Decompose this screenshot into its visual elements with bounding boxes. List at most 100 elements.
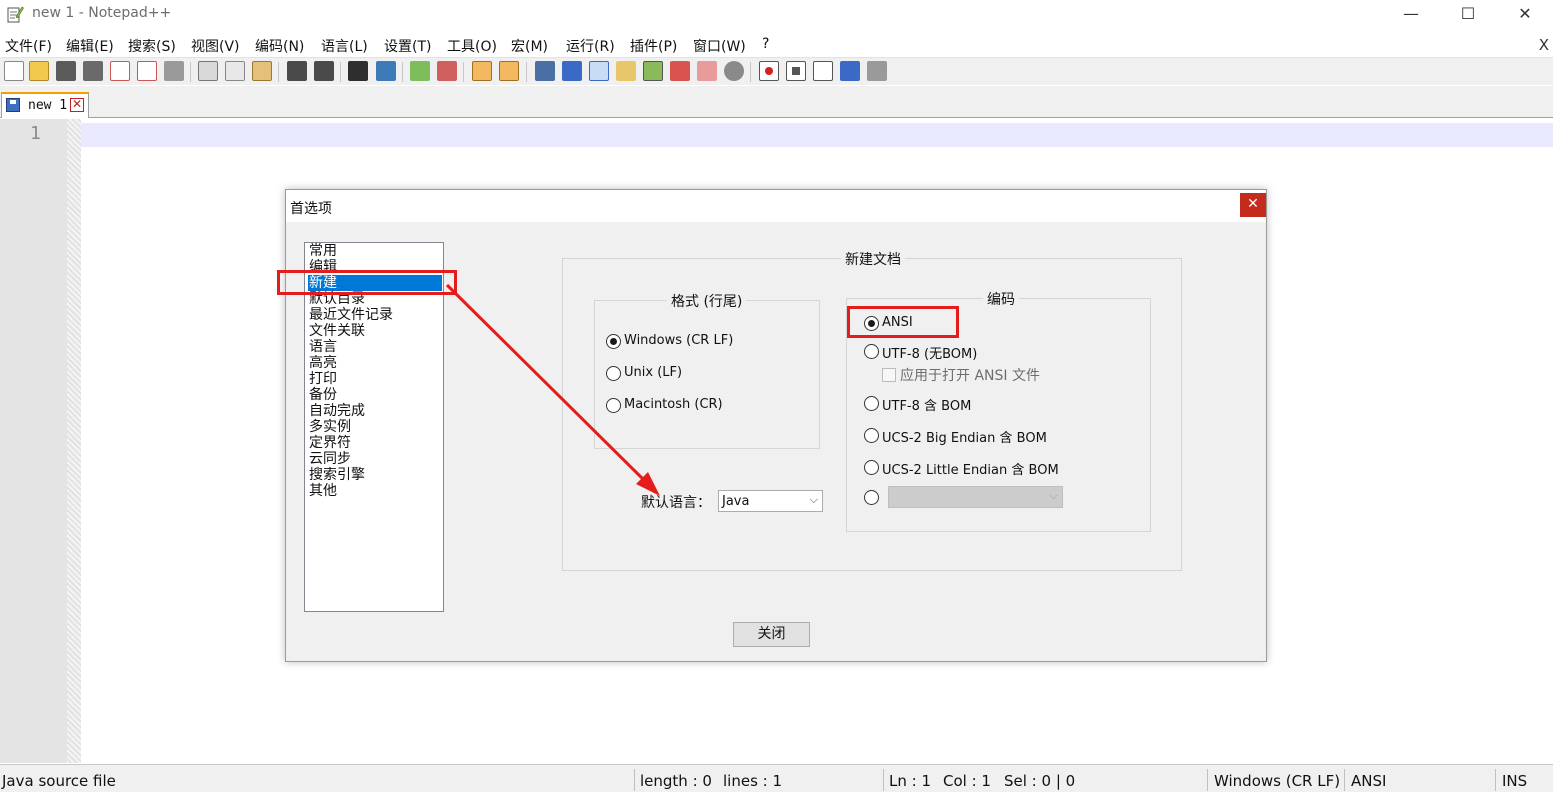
radio-indicator[interactable] xyxy=(606,334,621,349)
menu-help[interactable]: ? xyxy=(762,36,769,52)
record-macro-icon[interactable] xyxy=(759,61,779,81)
print-icon[interactable] xyxy=(164,61,184,81)
category-language[interactable]: 语言 xyxy=(308,339,442,355)
encoding-ucs2-le-label: UCS-2 Little Endian 含 BOM xyxy=(882,463,1059,478)
dialog-titlebar: 首选项 ✕ xyxy=(286,190,1266,222)
new-document-group: 新建文档 格式 (行尾) Windows (CR LF) Unix (LF) M… xyxy=(562,249,1182,571)
save-macro-icon[interactable] xyxy=(867,61,887,81)
radio-indicator[interactable] xyxy=(864,490,879,505)
category-delimiter[interactable]: 定界符 xyxy=(308,435,442,451)
run-macro-multiple-icon[interactable] xyxy=(840,61,860,81)
category-multi-instance[interactable]: 多实例 xyxy=(308,419,442,435)
show-all-chars-icon[interactable] xyxy=(562,61,582,81)
function-list-icon[interactable] xyxy=(670,61,690,81)
category-backup[interactable]: 备份 xyxy=(308,387,442,403)
chevron-down-icon: ⌵ xyxy=(809,493,818,506)
default-language-select[interactable]: Java ⌵ xyxy=(718,490,823,512)
current-line-highlight xyxy=(81,123,1553,147)
preferences-category-list[interactable]: 常用 编辑 新建 默认目录 最近文件记录 文件关联 语言 高亮 打印 备份 自动… xyxy=(304,242,444,612)
status-column: Col : 1 xyxy=(943,772,991,790)
replace-icon[interactable] xyxy=(376,61,396,81)
menu-run[interactable]: 运行(R) xyxy=(566,36,615,56)
minimize-button[interactable]: — xyxy=(1383,0,1439,30)
save-icon[interactable] xyxy=(56,61,76,81)
copy-icon[interactable] xyxy=(225,61,245,81)
apply-to-ansi-checkbox[interactable] xyxy=(882,368,896,382)
paste-icon[interactable] xyxy=(252,61,272,81)
fold-margin[interactable] xyxy=(67,119,81,763)
zoom-out-icon[interactable] xyxy=(437,61,457,81)
format-group-title: 格式 (行尾) xyxy=(667,291,747,311)
sync-horizontal-icon[interactable] xyxy=(499,61,519,81)
zoom-in-icon[interactable] xyxy=(410,61,430,81)
dialog-close-icon[interactable]: ✕ xyxy=(1240,193,1266,217)
menu-file[interactable]: 文件(F) xyxy=(5,36,52,56)
save-state-icon xyxy=(6,98,20,112)
menu-macro[interactable]: 宏(M) xyxy=(511,36,548,56)
menu-window[interactable]: 窗口(W) xyxy=(693,36,746,56)
status-divider xyxy=(1495,769,1496,791)
sync-vertical-icon[interactable] xyxy=(472,61,492,81)
save-all-icon[interactable] xyxy=(83,61,103,81)
eol-mac-label: Macintosh (CR) xyxy=(624,397,723,412)
open-file-icon[interactable] xyxy=(29,61,49,81)
folder-workspace-icon[interactable] xyxy=(697,61,717,81)
radio-indicator[interactable] xyxy=(864,396,879,411)
menu-edit[interactable]: 编辑(E) xyxy=(66,36,114,56)
window-close-button[interactable]: ✕ xyxy=(1497,0,1553,30)
tab-close-icon[interactable]: ✕ xyxy=(70,98,84,112)
category-recent-files[interactable]: 最近文件记录 xyxy=(308,307,442,323)
menu-view[interactable]: 视图(V) xyxy=(191,36,240,56)
undo-icon[interactable] xyxy=(287,61,307,81)
menu-encoding[interactable]: 编码(N) xyxy=(255,36,304,56)
category-cloud[interactable]: 云同步 xyxy=(308,451,442,467)
category-print[interactable]: 打印 xyxy=(308,371,442,387)
dialog-close-button[interactable]: 关闭 xyxy=(733,622,810,647)
encoding-other-select[interactable]: ⌵ xyxy=(888,486,1063,508)
menu-tools[interactable]: 工具(O) xyxy=(447,36,497,56)
encoding-utf8-nobom-label: UTF-8 (无BOM) xyxy=(882,347,978,362)
menu-search[interactable]: 搜索(S) xyxy=(128,36,176,56)
category-general[interactable]: 常用 xyxy=(308,243,442,259)
find-icon[interactable] xyxy=(348,61,368,81)
radio-indicator[interactable] xyxy=(864,344,879,359)
annotation-box-ansi xyxy=(847,306,959,338)
close-all-icon[interactable] xyxy=(137,61,157,81)
encoding-ucs2-be-label: UCS-2 Big Endian 含 BOM xyxy=(882,431,1047,446)
document-close-button[interactable]: X xyxy=(1539,36,1549,54)
toolbar-separator xyxy=(340,62,341,82)
status-encoding: ANSI xyxy=(1351,772,1387,790)
user-language-icon[interactable] xyxy=(616,61,636,81)
radio-indicator[interactable] xyxy=(606,366,621,381)
category-auto-completion[interactable]: 自动完成 xyxy=(308,403,442,419)
toolbar-separator xyxy=(278,62,279,82)
encoding-other-radio[interactable] xyxy=(864,489,884,509)
word-wrap-icon[interactable] xyxy=(535,61,555,81)
toolbar-separator xyxy=(402,62,403,82)
tab-new-1[interactable]: new 1 ✕ xyxy=(1,92,89,118)
annotation-box-new-category xyxy=(277,270,457,295)
category-file-association[interactable]: 文件关联 xyxy=(308,323,442,339)
radio-indicator[interactable] xyxy=(864,460,879,475)
doc-map-icon[interactable] xyxy=(643,61,663,81)
redo-icon[interactable] xyxy=(314,61,334,81)
menu-settings[interactable]: 设置(T) xyxy=(384,36,431,56)
indent-guide-icon[interactable] xyxy=(589,61,609,81)
maximize-button[interactable]: ☐ xyxy=(1440,0,1496,30)
radio-indicator[interactable] xyxy=(606,398,621,413)
status-divider xyxy=(1207,769,1208,791)
toolbar xyxy=(0,57,1553,85)
category-search-engine[interactable]: 搜索引擎 xyxy=(308,467,442,483)
category-highlighting[interactable]: 高亮 xyxy=(308,355,442,371)
monitoring-icon[interactable] xyxy=(724,61,744,81)
new-file-icon[interactable] xyxy=(4,61,24,81)
cut-icon[interactable] xyxy=(198,61,218,81)
stop-macro-icon[interactable] xyxy=(786,61,806,81)
status-file-type: Java source file xyxy=(2,772,116,790)
close-file-icon[interactable] xyxy=(110,61,130,81)
menu-language[interactable]: 语言(L) xyxy=(321,36,368,56)
menu-plugins[interactable]: 插件(P) xyxy=(630,36,677,56)
play-macro-icon[interactable] xyxy=(813,61,833,81)
radio-indicator[interactable] xyxy=(864,428,879,443)
category-misc[interactable]: 其他 xyxy=(308,483,442,499)
